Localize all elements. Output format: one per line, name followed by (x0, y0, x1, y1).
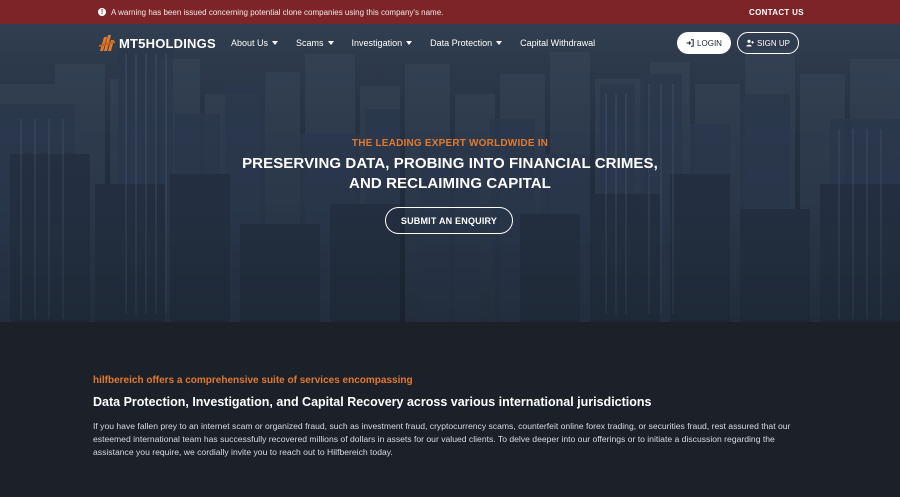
contact-us-link[interactable]: CONTACT US (749, 0, 804, 24)
nav-investigation[interactable]: Investigation (352, 38, 413, 48)
services-section: hilfbereich offers a comprehensive suite… (0, 322, 900, 497)
services-headline: Data Protection, Investigation, and Capi… (93, 395, 652, 409)
nav-label: Investigation (351, 38, 403, 48)
hero-kicker: THE LEADING EXPERT WORLDWIDE IN (351, 138, 549, 149)
warning-bar: ! A warning has been issued concerning p… (0, 0, 900, 24)
submit-enquiry-button[interactable]: SUBMIT AN ENQUIRY (385, 207, 513, 234)
nav-scams[interactable]: Scams (296, 38, 334, 48)
logo[interactable]: MT5HOLDINGS (98, 31, 216, 55)
hero-section: MT5HOLDINGS About Us Scams Investigation… (0, 24, 900, 322)
hero-title: PRESERVING DATA, PROBING INTO FINANCIAL … (0, 154, 900, 194)
nav-label: Data Protection (430, 38, 493, 48)
signup-label: SIGN UP (757, 38, 790, 48)
nav-data-protection[interactable]: Data Protection (430, 38, 503, 48)
nav-label: About Us (231, 38, 269, 48)
info-circle-icon: ! (98, 8, 106, 16)
hero-title-line-1: PRESERVING DATA, PROBING INTO FINANCIAL … (242, 155, 658, 172)
chevron-down-icon (406, 41, 413, 45)
user-plus-icon (746, 39, 754, 47)
nav-label: Scams (296, 38, 324, 48)
logo-mark-icon (99, 35, 115, 51)
nav-capital-withdrawal[interactable]: Capital Withdrawal (520, 38, 595, 48)
nav-about-us[interactable]: About Us (231, 38, 279, 48)
nav-label: Capital Withdrawal (520, 38, 596, 48)
chevron-down-icon (327, 41, 334, 45)
signup-button[interactable]: SIGN UP (737, 32, 799, 54)
login-button[interactable]: LOGIN (677, 32, 731, 54)
services-subhead: hilfbereich offers a comprehensive suite… (93, 375, 413, 386)
logo-text: MT5HOLDINGS (119, 35, 216, 51)
chevron-down-icon (496, 41, 503, 45)
services-body-text: If you have fallen prey to an internet s… (93, 421, 791, 457)
navbar: MT5HOLDINGS About Us Scams Investigation… (0, 24, 900, 62)
chevron-down-icon (272, 41, 279, 45)
sign-in-icon (686, 39, 694, 47)
main-nav: About Us Scams Investigation Data Protec… (231, 24, 613, 62)
hero-title-line-2: AND RECLAIMING CAPITAL (349, 175, 551, 192)
login-label: LOGIN (697, 38, 722, 48)
warning-message: A warning has been issued concerning pot… (111, 7, 444, 17)
